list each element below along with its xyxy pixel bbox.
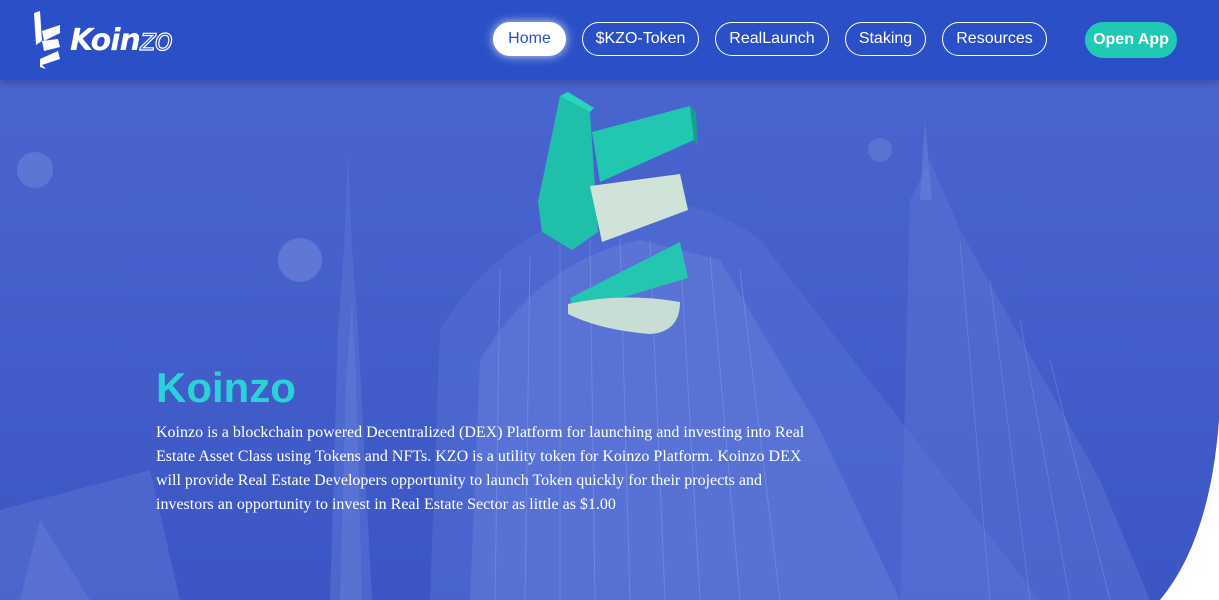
koinzo-3d-k-icon xyxy=(538,92,698,334)
nav-reallaunch[interactable]: RealLaunch xyxy=(715,22,829,56)
nav-resources[interactable]: Resources xyxy=(942,22,1047,56)
corner-decoration xyxy=(1160,420,1219,600)
hero-title: Koinzo xyxy=(156,364,296,411)
nav-home[interactable]: Home xyxy=(493,22,566,56)
brand-logo[interactable]: Koin zo xyxy=(32,10,174,70)
nav-kzo-token[interactable]: $KZO-Token xyxy=(582,22,699,56)
koinzo-k-logo-icon xyxy=(34,11,60,69)
hero-description: Koinzo is a blockchain powered Decentral… xyxy=(156,424,805,513)
navbar: Koin zo Home $KZO-Token RealLaunch Stakin… xyxy=(0,0,1219,80)
open-app-button[interactable]: Open App xyxy=(1085,22,1177,58)
nav-staking[interactable]: Staking xyxy=(845,22,926,56)
brand-name-outline: zo xyxy=(139,22,173,58)
brand-name-bold: Koin xyxy=(70,22,141,58)
